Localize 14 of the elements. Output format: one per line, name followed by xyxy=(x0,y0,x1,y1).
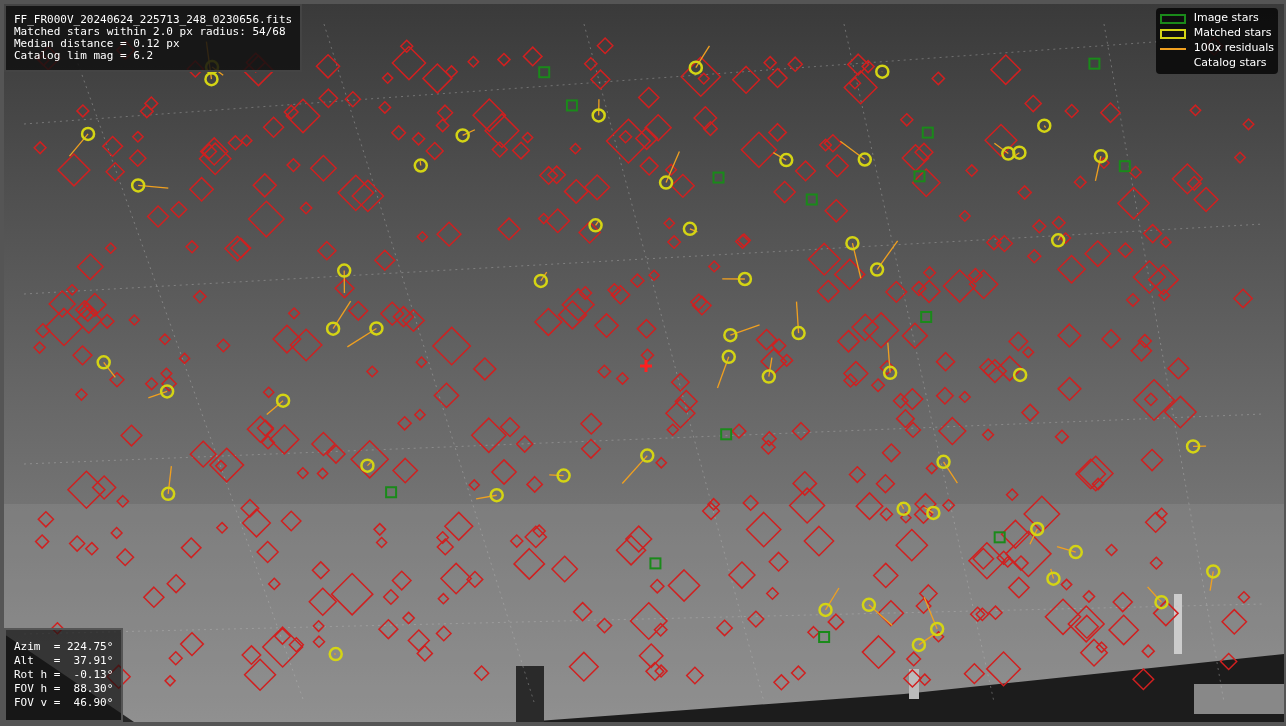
legend-label: Catalog stars xyxy=(1193,55,1267,72)
pointing-text: FOV v = 46.90° xyxy=(14,696,114,710)
legend-label: Matched stars xyxy=(1193,25,1272,42)
info-text: Matched stars within 2.0 px radius: 54/68 xyxy=(14,26,286,38)
pointing-text: Alt = 37.91° xyxy=(14,654,114,668)
info-text: Median distance = 0.12 px xyxy=(14,38,181,50)
pointing-text: Rot h = -0.13° xyxy=(14,668,114,682)
legend-label: 100x residuals xyxy=(1193,40,1274,57)
pointing-text: Azim = 224.75° xyxy=(14,640,114,654)
legend-label: Image stars xyxy=(1193,10,1259,27)
center-cross-icon xyxy=(638,358,654,374)
info-text: Catalog lim mag = 6.2 xyxy=(14,50,155,62)
info-text: FF_FR000V_20240624_225713_248_0230656.fits xyxy=(14,14,293,26)
pointing-text: FOV h = 88.30° xyxy=(14,682,114,696)
